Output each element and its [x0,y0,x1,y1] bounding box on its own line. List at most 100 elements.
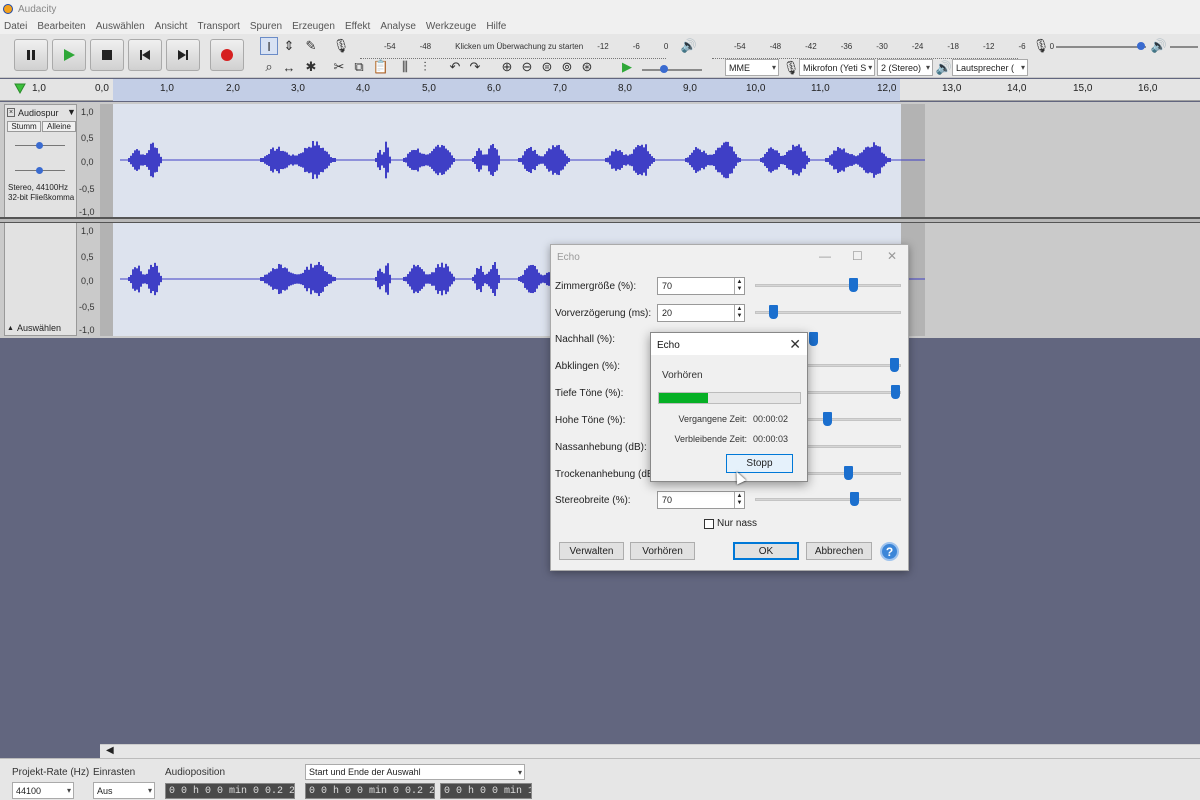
manage-button[interactable]: Verwalten [559,542,624,560]
microphone-icon[interactable]: 🎙 [332,37,350,55]
menu-analyse[interactable]: Analyse [380,21,416,32]
track-select-button[interactable]: ▲ Auswählen [7,323,61,333]
zoom-in-icon[interactable]: ⊕ [498,58,516,76]
predelay-knob[interactable] [768,305,778,319]
speaker-icon[interactable]: 🔊 [680,37,698,55]
close-icon[interactable]: ✕ [887,249,897,263]
record-meter-prompt[interactable]: Klicken um Überwachung zu starten [455,42,583,51]
room-size-slider[interactable] [755,284,901,287]
waveform-segment [144,154,146,166]
spin-arrows-icon[interactable]: ▲ ▼ [734,305,744,321]
cut-icon[interactable]: ✂ [330,58,348,76]
timeline-options-icon[interactable] [14,83,26,95]
close-icon[interactable]: ✕ [789,336,801,353]
waveform-left-channel[interactable] [100,104,925,217]
help-icon[interactable]: ? [880,542,899,561]
close-track-icon[interactable]: × [7,108,15,117]
pan-knob[interactable] [36,167,43,174]
audio-position-field[interactable]: 0 0 h 0 0 min 0 0.2 2 1 sec [165,783,295,799]
horizontal-scrollbar[interactable]: ◀ [100,744,1200,758]
timeline-ruler[interactable]: 1,0 0,0 1,0 2,0 3,0 4,0 5,0 6,0 7,0 8,0 … [0,79,1200,101]
paste-icon[interactable]: 📋 [372,58,390,76]
project-rate-select[interactable]: 44100 ▾ [12,782,74,799]
zoom-out-icon[interactable]: ⊖ [518,58,536,76]
tone-low-knob[interactable] [891,385,901,399]
fit-selection-icon[interactable]: ⊜ [538,58,556,76]
menu-bearbeiten[interactable]: Bearbeiten [37,21,85,32]
mute-button[interactable]: Stumm [7,121,41,132]
menu-werkzeuge[interactable]: Werkzeuge [426,21,476,32]
playback-device-select[interactable]: Lautsprecher (▾ [952,59,1028,76]
record-button[interactable] [210,39,244,71]
spin-arrows-icon[interactable]: ▲ ▼ [734,492,744,508]
playback-meter[interactable]: -54 -48 -42 -36 -30 -24 -18 -12 -6 0 [734,38,1078,54]
spin-arrows-icon[interactable]: ▲ ▼ [734,278,744,294]
room-size-input[interactable]: 70 ▲ ▼ [657,277,745,295]
solo-button[interactable]: Alleine [42,121,76,132]
timeshift-tool-icon[interactable]: ↔ [280,58,298,76]
play-speed-slider[interactable] [642,69,702,71]
preview-button[interactable]: Vorhören [630,542,695,560]
silence-icon[interactable]: ⫶ [416,58,434,76]
menu-auswaehlen[interactable]: Auswählen [96,21,145,32]
dry-gain-knob[interactable] [844,466,854,480]
skip-to-start-button[interactable] [128,39,162,71]
zoom-tool-icon[interactable]: ⌕ [260,58,278,76]
fit-project-icon[interactable]: ⊚ [558,58,576,76]
play-at-speed-icon[interactable]: ▶ [618,58,636,76]
cancel-button[interactable]: Abbrechen [806,542,872,560]
multi-tool-icon[interactable]: ✱ [302,58,320,76]
menu-transport[interactable]: Transport [197,21,239,32]
pause-button[interactable] [14,39,48,71]
draw-tool-icon[interactable]: ✎ [302,37,320,55]
scroll-left-icon[interactable]: ◀ [106,745,114,756]
selection-start-field[interactable]: 0 0 h 0 0 min 0 0.2 2 1 sec [305,783,435,799]
stop-button[interactable]: Stopp [726,454,793,473]
play-speed-knob[interactable] [660,65,668,73]
selection-tool-icon[interactable]: I [260,37,278,55]
room-size-knob[interactable] [848,278,858,292]
menu-datei[interactable]: Datei [4,21,27,32]
selection-end-field[interactable]: 0 0 h 0 0 min 1 2.2 3 [440,783,532,799]
tone-high-knob[interactable] [822,412,832,426]
ok-button[interactable]: OK [733,542,799,560]
record-volume-knob[interactable] [1137,42,1145,50]
recording-device-select[interactable]: Mikrofon (Yeti S ▾ [799,59,875,76]
record-meter[interactable]: -54 -48 Klicken um Überwachung zu starte… [384,38,692,54]
checkbox-box[interactable] [704,518,714,529]
maximize-icon[interactable]: ☐ [852,249,863,263]
predelay-input[interactable]: 20 ▲ ▼ [657,304,745,322]
undo-icon[interactable]: ↶ [446,58,464,76]
gain-knob[interactable] [36,142,43,149]
record-volume-slider[interactable] [1056,46,1146,48]
zoom-toggle-icon[interactable]: ⊛ [578,58,596,76]
track-name-menu[interactable]: Audiospur [18,108,59,118]
menu-spuren[interactable]: Spuren [250,21,282,32]
stop-button[interactable] [90,39,124,71]
play-button[interactable] [52,39,86,71]
selection-mode-select[interactable]: Start und Ende der Auswahl ▾ [305,764,525,780]
waveform-segment [146,153,148,167]
playback-volume-slider[interactable] [1170,46,1198,48]
envelope-tool-icon[interactable]: ⇕ [280,37,298,55]
skip-to-end-button[interactable] [166,39,200,71]
channels-select[interactable]: 2 (Stereo) ▾ [877,59,933,76]
stereo-width-slider[interactable] [755,498,901,501]
waveform-segment [449,271,451,287]
menu-effekt[interactable]: Effekt [345,21,370,32]
redo-icon[interactable]: ↷ [466,58,484,76]
menu-erzeugen[interactable]: Erzeugen [292,21,335,32]
audio-host-select[interactable]: MME ▾ [725,59,779,76]
copy-icon[interactable]: ⧉ [350,58,368,76]
track-menu-chevron-icon[interactable]: ▼ [67,107,76,117]
reverberance-knob[interactable] [809,332,819,346]
menu-ansicht[interactable]: Ansicht [155,21,188,32]
snap-select[interactable]: Aus ▾ [93,782,155,799]
stereo-width-knob[interactable] [850,492,860,506]
wet-only-checkbox[interactable]: Nur nass [704,518,757,529]
minimize-icon[interactable]: — [819,249,831,263]
damping-knob[interactable] [889,358,899,372]
trim-icon[interactable]: ⫼ [396,58,414,76]
stereo-width-input[interactable]: 70 ▲ ▼ [657,491,745,509]
menu-hilfe[interactable]: Hilfe [486,21,506,32]
